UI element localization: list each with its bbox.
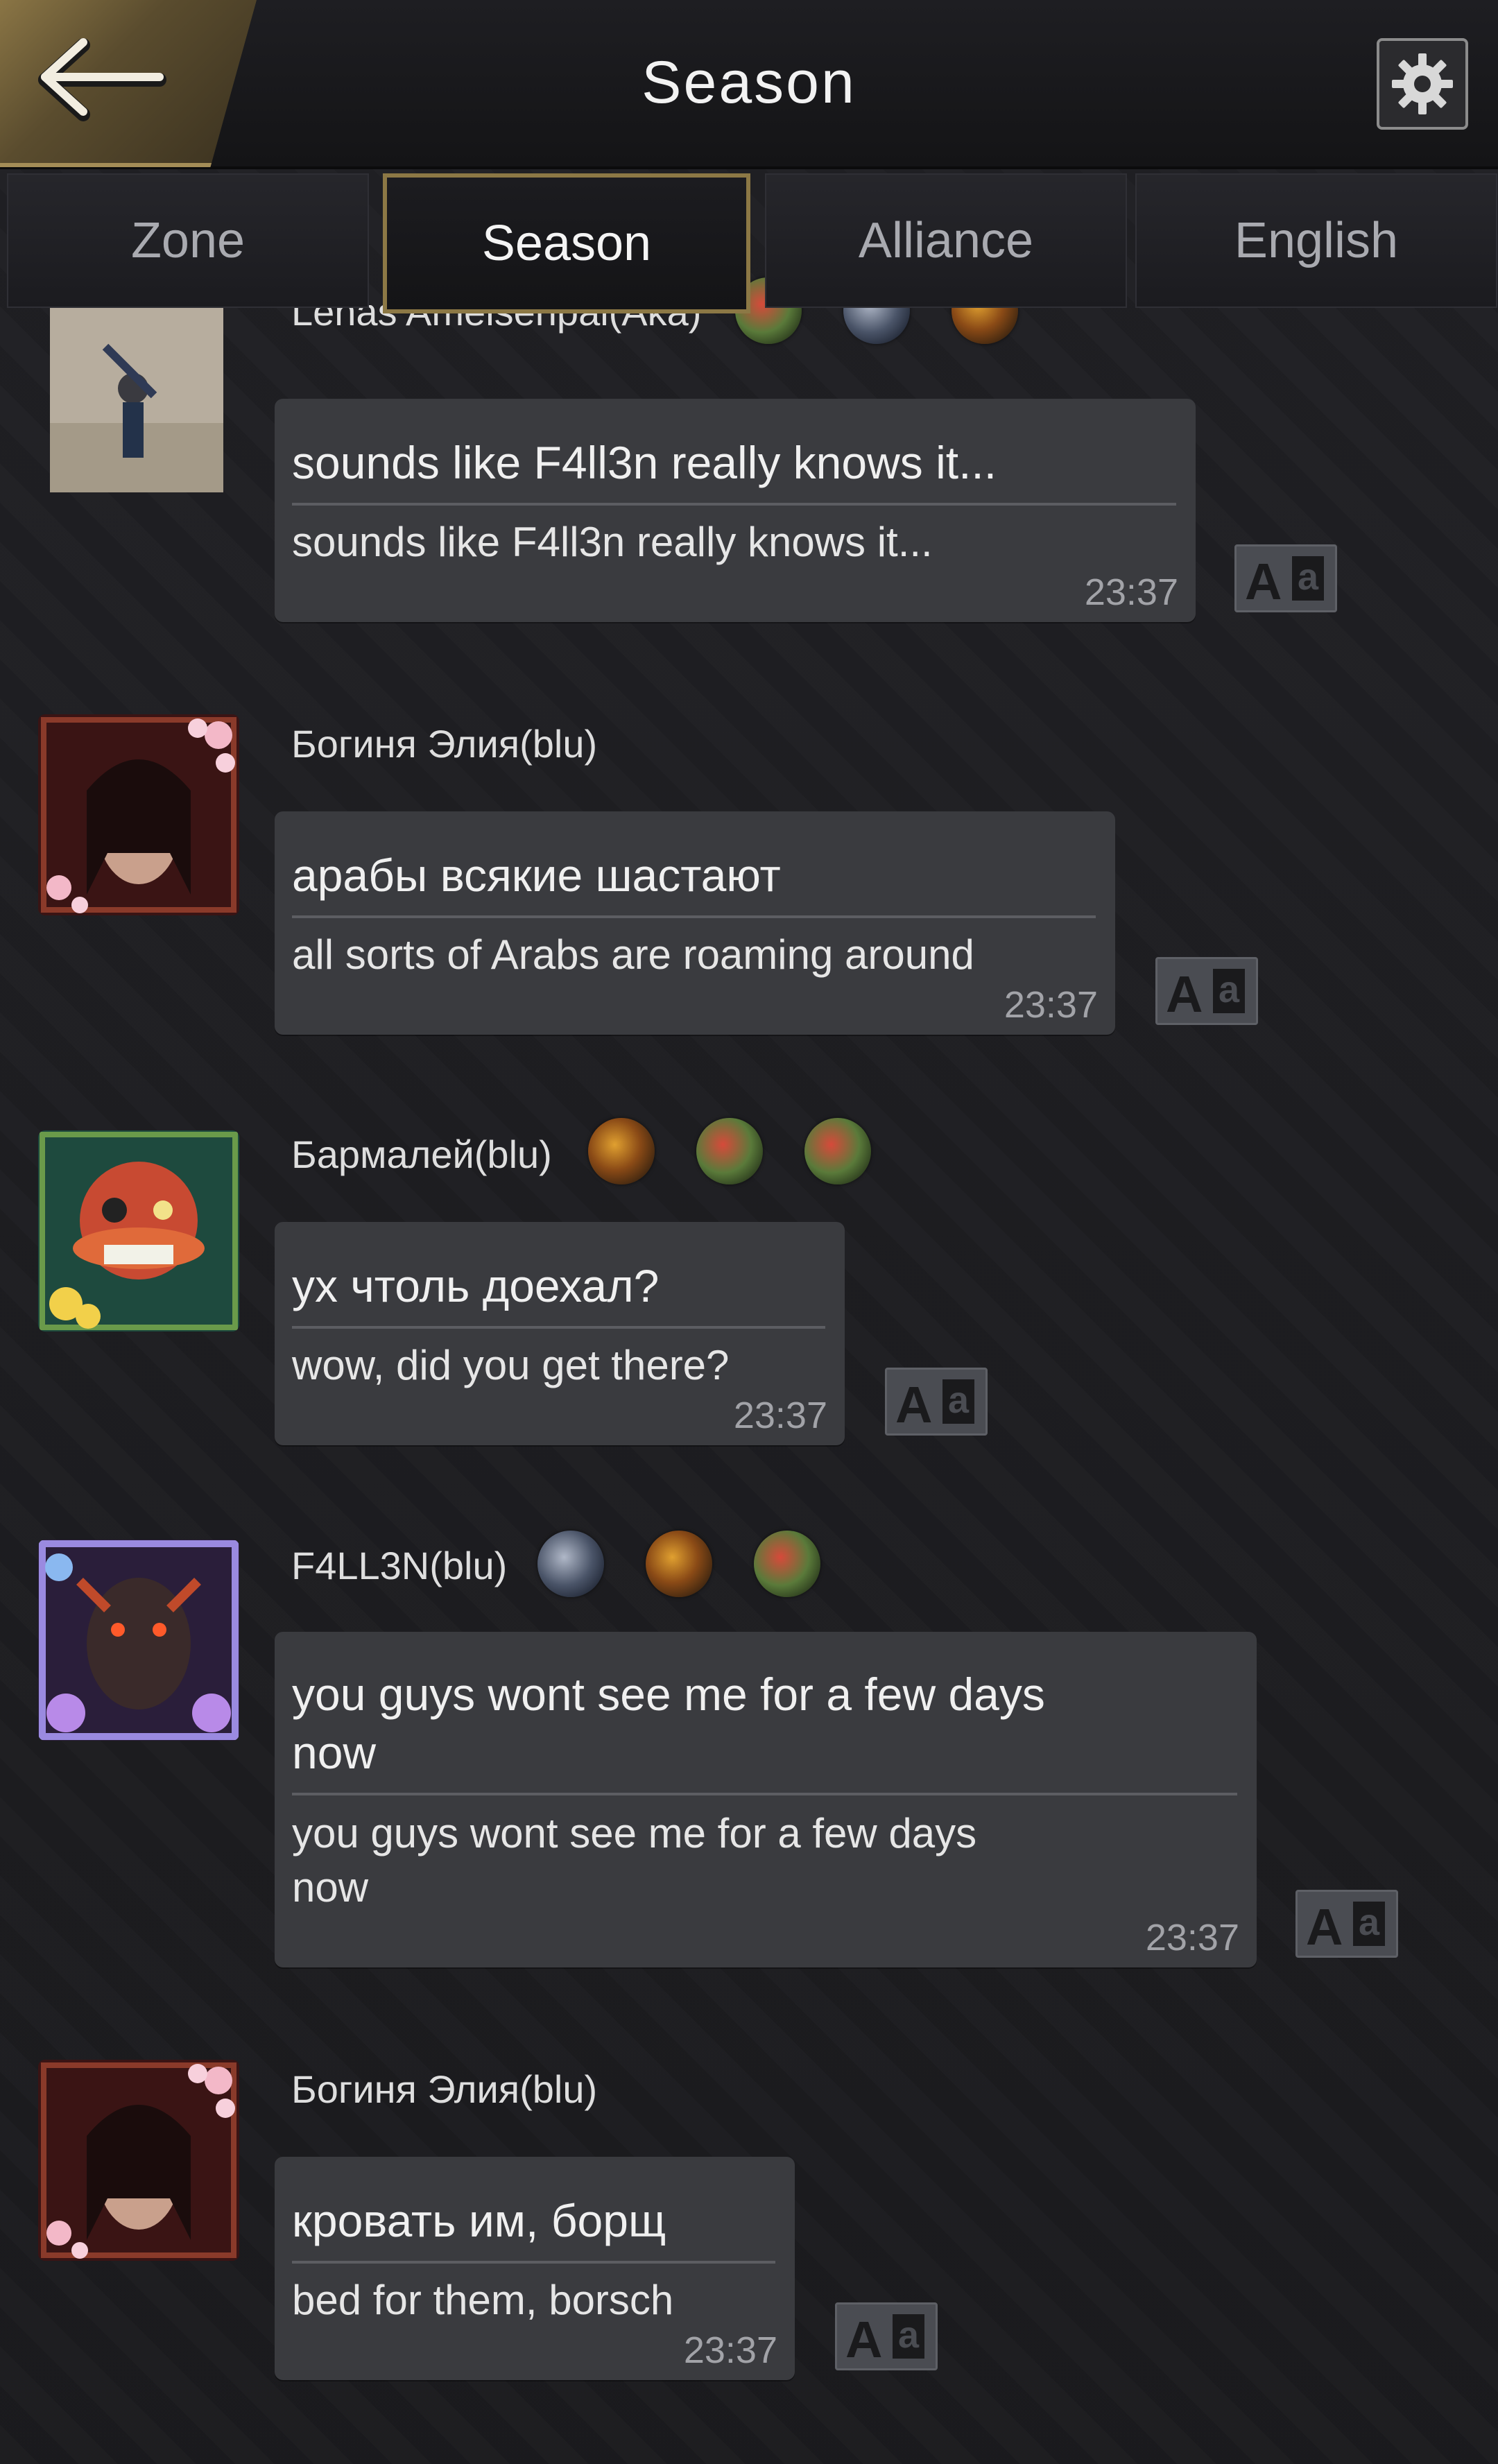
avatar-photo bbox=[50, 305, 223, 492]
translated-text: all sorts of Arabs are roaming around bbox=[292, 931, 974, 978]
translate-button[interactable]: A a bbox=[1155, 957, 1258, 1025]
avatar[interactable] bbox=[38, 1130, 239, 1332]
tab-alliance[interactable]: Alliance bbox=[765, 173, 1127, 308]
translate-button[interactable]: A a bbox=[1295, 1890, 1398, 1958]
page-title: Season bbox=[642, 49, 856, 116]
translated-text: bed for them, borsch bbox=[292, 2277, 674, 2323]
tab-english[interactable]: English bbox=[1135, 173, 1497, 308]
translate-button[interactable]: A a bbox=[885, 1368, 988, 1436]
original-line: you guys wont see me for a few days bbox=[292, 1669, 1045, 1720]
badge-row bbox=[588, 1118, 871, 1184]
badge-icon[interactable] bbox=[696, 1118, 763, 1184]
translate-button[interactable]: A a bbox=[1234, 544, 1337, 612]
original-text: you guys wont see me for a few days now bbox=[292, 1665, 1045, 1782]
message-bubble[interactable]: ух чтоль доехал? wow, did you get there?… bbox=[275, 1222, 845, 1445]
translate-icon: A bbox=[1166, 965, 1203, 1023]
avatar-portrait bbox=[38, 2060, 239, 2261]
translated-line: you guys wont see me for a few days bbox=[292, 1810, 977, 1856]
message-bubble[interactable]: арабы всякие шастают all sorts of Arabs … bbox=[275, 811, 1115, 1035]
translate-button[interactable]: A a bbox=[835, 2302, 938, 2370]
avatar[interactable] bbox=[50, 305, 223, 492]
timestamp: 23:37 bbox=[683, 2329, 777, 2371]
badge-icon[interactable] bbox=[588, 1118, 655, 1184]
original-text: ух чтоль доехал? bbox=[292, 1260, 660, 1311]
timestamp: 23:37 bbox=[1145, 1917, 1239, 1958]
message-bubble[interactable]: sounds like F4ll3n really knows it... so… bbox=[275, 399, 1196, 622]
original-text: кровать им, борщ bbox=[292, 2195, 666, 2246]
badge-icon[interactable] bbox=[646, 1531, 712, 1597]
divider bbox=[292, 2261, 775, 2264]
top-bar: Season bbox=[0, 0, 1498, 169]
sender-name[interactable]: Богиня Элия(blu) bbox=[291, 2067, 597, 2112]
translated-text: you guys wont see me for a few days now bbox=[292, 1807, 976, 1915]
translate-icon: A bbox=[1245, 553, 1282, 610]
settings-button[interactable] bbox=[1377, 38, 1468, 130]
avatar-portrait bbox=[38, 1130, 239, 1332]
tab-zone[interactable]: Zone bbox=[7, 173, 369, 308]
badge-icon[interactable] bbox=[804, 1118, 871, 1184]
avatar[interactable] bbox=[38, 2060, 239, 2261]
timestamp: 23:37 bbox=[1084, 571, 1178, 613]
avatar[interactable] bbox=[38, 1540, 239, 1741]
original-text: арабы всякие шастают bbox=[292, 850, 781, 901]
badge-row bbox=[537, 1531, 820, 1597]
translate-icon: A bbox=[1306, 1898, 1343, 1956]
original-text: sounds like F4ll3n really knows it... bbox=[292, 437, 997, 488]
message-bubble[interactable]: кровать им, борщ bed for them, borsch 23… bbox=[275, 2157, 795, 2380]
original-line: now bbox=[292, 1727, 377, 1778]
divider bbox=[292, 1326, 825, 1329]
divider bbox=[292, 915, 1096, 918]
timestamp: 23:37 bbox=[1004, 984, 1098, 1026]
avatar-portrait bbox=[38, 714, 239, 915]
sender-name[interactable]: Богиня Элия(blu) bbox=[291, 721, 597, 766]
channel-tabs: Zone Season Alliance English bbox=[7, 173, 1497, 313]
avatar-portrait bbox=[38, 1540, 239, 1741]
timestamp: 23:37 bbox=[733, 1395, 827, 1436]
message-bubble[interactable]: you guys wont see me for a few days now … bbox=[275, 1632, 1257, 1967]
badge-icon[interactable] bbox=[537, 1531, 604, 1597]
translated-line: now bbox=[292, 1864, 369, 1911]
translated-text: wow, did you get there? bbox=[292, 1342, 730, 1388]
badge-icon[interactable] bbox=[754, 1531, 820, 1597]
divider bbox=[292, 1793, 1237, 1795]
avatar[interactable] bbox=[38, 714, 239, 915]
divider bbox=[292, 503, 1176, 506]
sender-name[interactable]: Бармалей(blu) bbox=[291, 1132, 552, 1177]
translate-icon: A bbox=[895, 1376, 933, 1433]
gear-icon bbox=[1392, 53, 1453, 114]
sender-name[interactable]: F4LL3N(blu) bbox=[291, 1543, 507, 1588]
tab-season[interactable]: Season bbox=[383, 173, 750, 313]
translated-text: sounds like F4ll3n really knows it... bbox=[292, 519, 933, 565]
translate-icon: A bbox=[845, 2311, 883, 2368]
